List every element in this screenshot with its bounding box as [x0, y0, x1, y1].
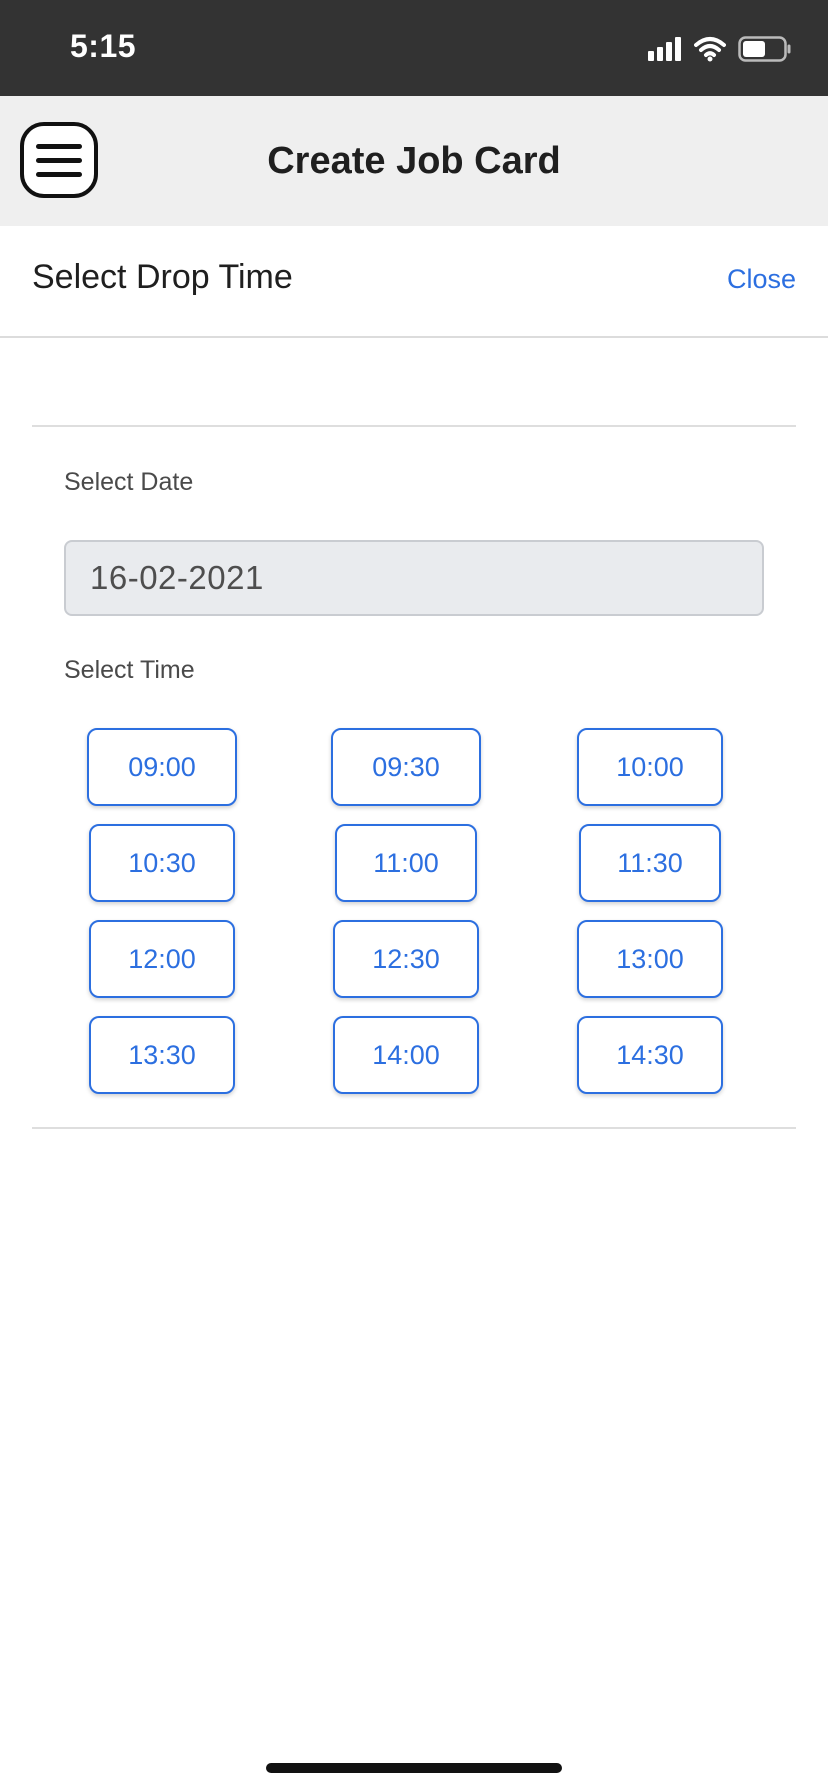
time-slot-button[interactable]: 14:00: [333, 1016, 479, 1094]
divider-top: [32, 425, 796, 427]
modal-header: Select Drop Time Close: [0, 226, 828, 338]
battery-icon: [738, 36, 791, 62]
modal-title: Select Drop Time: [32, 258, 293, 296]
time-slot-button[interactable]: 09:30: [331, 728, 481, 806]
page-title: Create Job Card: [267, 140, 561, 182]
time-slot-button[interactable]: 10:00: [577, 728, 723, 806]
select-time-label: Select Time: [64, 656, 195, 684]
time-slot-button[interactable]: 14:30: [577, 1016, 723, 1094]
time-slot-button[interactable]: 13:30: [89, 1016, 235, 1094]
time-slot-button[interactable]: 11:00: [335, 824, 477, 902]
status-icons: [648, 34, 792, 64]
status-time: 5:15: [70, 28, 137, 64]
select-date-label: Select Date: [64, 468, 194, 496]
time-slot-button[interactable]: 11:30: [579, 824, 721, 902]
date-field[interactable]: [64, 540, 764, 616]
status-bar: 5:15: [0, 0, 828, 96]
divider-bottom: [32, 1127, 796, 1129]
time-slot-button[interactable]: 09:00: [87, 728, 237, 806]
cellular-signal-icon: [648, 37, 681, 61]
wifi-icon: [694, 37, 726, 62]
close-button[interactable]: Close: [727, 264, 796, 295]
nav-bar: Create Job Card: [0, 96, 828, 226]
time-slot-button[interactable]: 13:00: [577, 920, 723, 998]
time-slot-button[interactable]: 12:00: [89, 920, 235, 998]
home-indicator[interactable]: [266, 1763, 562, 1773]
time-slot-button[interactable]: 10:30: [89, 824, 235, 902]
time-slot-button[interactable]: 12:30: [333, 920, 479, 998]
